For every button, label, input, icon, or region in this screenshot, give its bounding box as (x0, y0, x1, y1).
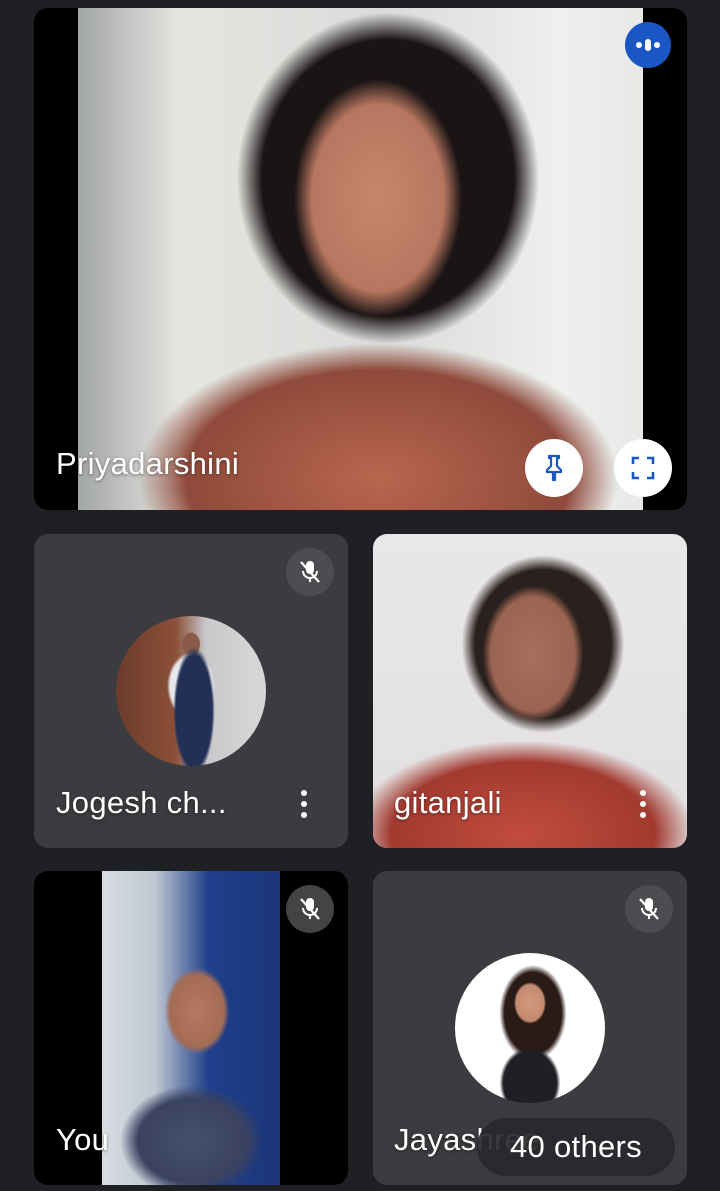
participant-name: Jogesh ch... (56, 785, 227, 820)
pin-button[interactable] (525, 439, 583, 497)
more-vert-icon[interactable] (292, 782, 316, 826)
fullscreen-button[interactable] (614, 439, 672, 497)
participant-name: gitanjali (394, 785, 502, 820)
participant-name: You (56, 1122, 110, 1157)
meeting-grid: Priyadarshini Jogesh ch... gitanjali You… (0, 0, 720, 1191)
participant-tile-priyadarshini[interactable]: Priyadarshini (34, 8, 687, 510)
participant-name: Priyadarshini (56, 446, 240, 481)
mic-off-icon (625, 885, 673, 933)
audio-activity-icon (625, 22, 671, 68)
avatar (455, 953, 605, 1103)
participant-video (78, 8, 643, 510)
mic-off-icon (286, 548, 334, 596)
mic-off-icon (286, 885, 334, 933)
participant-tile-gitanjali[interactable]: gitanjali (373, 534, 687, 848)
pin-icon (545, 454, 563, 482)
participant-tile-jogesh[interactable]: Jogesh ch... (34, 534, 348, 848)
more-vert-icon[interactable] (631, 782, 655, 826)
participant-video (102, 871, 280, 1185)
fullscreen-icon (631, 456, 655, 480)
participant-tile-you[interactable]: You (34, 871, 348, 1185)
avatar (116, 616, 266, 766)
others-count-button[interactable]: 40 others (477, 1118, 675, 1176)
